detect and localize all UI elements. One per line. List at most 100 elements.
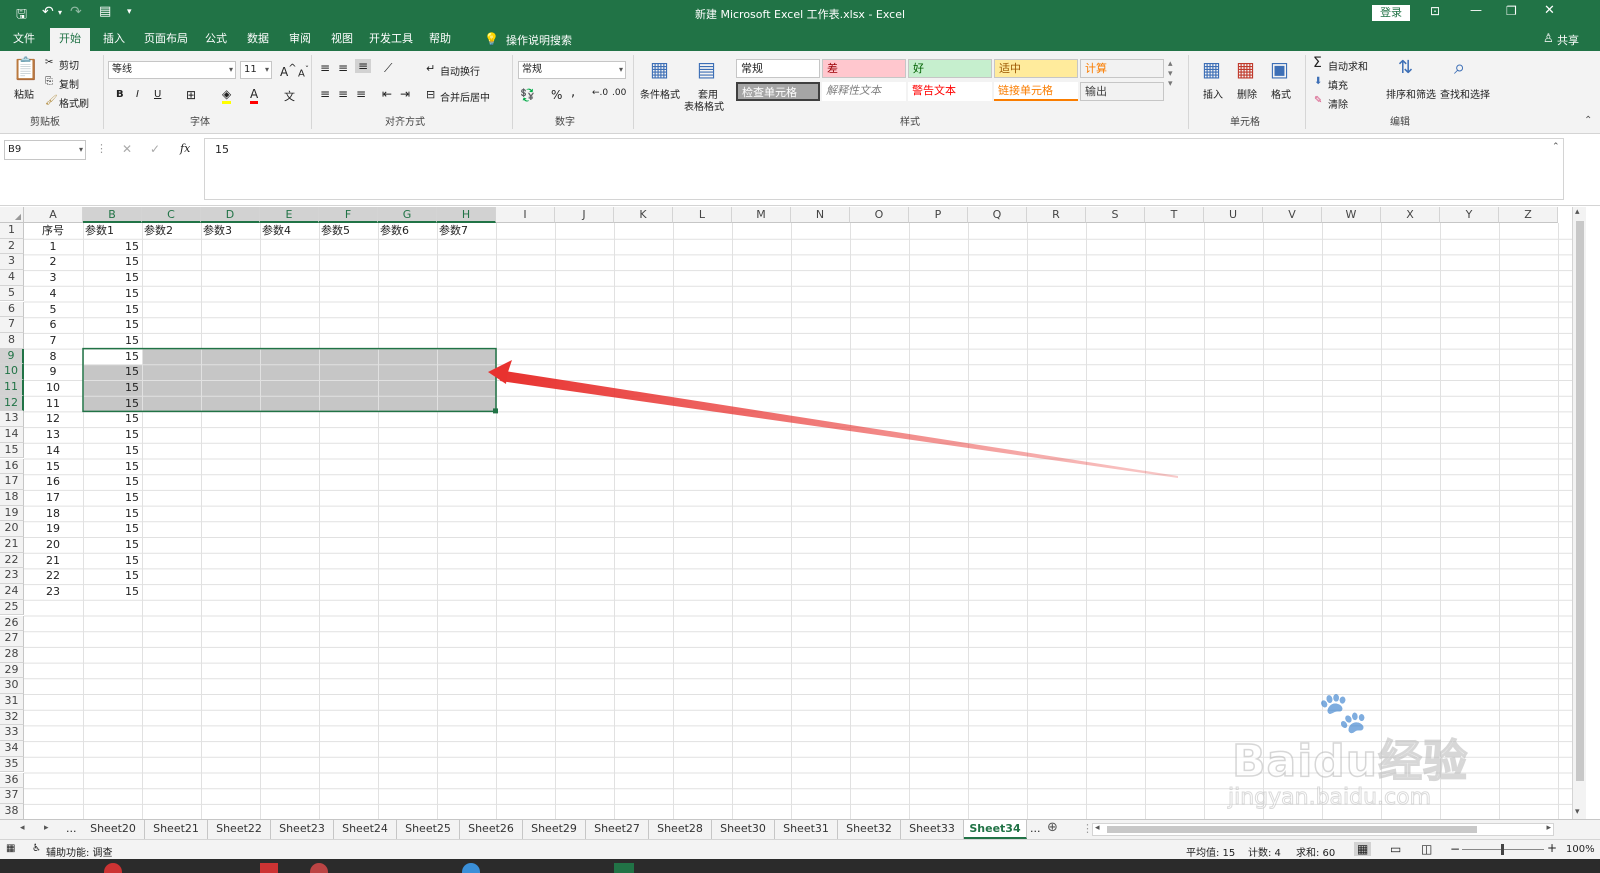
prev-sheet-icon[interactable]: ◂ (20, 823, 25, 833)
underline-button[interactable]: U (154, 89, 161, 100)
close-icon[interactable]: ✕ (1544, 3, 1555, 18)
wrap-text-button[interactable]: 自动换行 (440, 63, 480, 78)
insert-function-button[interactable]: fx (180, 142, 190, 155)
tab-formulas[interactable]: 公式 (198, 26, 234, 51)
merge-center-button[interactable]: 合并后居中 (440, 89, 490, 104)
sheet-tab[interactable]: Sheet32 (838, 820, 901, 839)
sheet-tab[interactable]: Sheet31 (775, 820, 838, 839)
sheet-tab[interactable]: Sheet20 (82, 820, 145, 839)
add-sheet-icon[interactable]: ⊕ (1047, 820, 1058, 835)
number-format-select[interactable]: 常规 ▾ (518, 61, 626, 79)
restore-icon[interactable]: ❐ (1506, 4, 1517, 18)
zoom-slider[interactable] (1462, 844, 1544, 855)
tab-review[interactable]: 审阅 (282, 26, 318, 51)
scroll-up-icon[interactable]: ▴ (1575, 207, 1580, 217)
find-select-button[interactable]: 查找和选择 (1440, 86, 1490, 101)
sheet-tab[interactable]: Sheet21 (145, 820, 208, 839)
cell-style-5[interactable]: 检查单元格 (736, 82, 820, 101)
cell-style-4[interactable]: 计算 (1080, 59, 1164, 78)
percent-button[interactable]: % (551, 88, 562, 102)
sheet-tab[interactable]: Sheet26 (460, 820, 523, 839)
tab-data[interactable]: 数据 (240, 26, 276, 51)
scroll-left-icon[interactable]: ◂ (1095, 823, 1100, 833)
tab-developer[interactable]: 开发工具 (366, 26, 416, 51)
taskbar-icon-red-3[interactable] (310, 863, 328, 873)
align-left-icon[interactable]: ≡ (320, 87, 330, 101)
cell-style-6[interactable]: 解释性文本 (822, 82, 906, 101)
scroll-right-icon[interactable]: ▸ (1546, 823, 1551, 833)
vertical-scroll-thumb[interactable] (1576, 221, 1584, 781)
taskbar-icon-red-2[interactable] (260, 863, 278, 873)
styles-scroll-icon[interactable]: ▴ ▾ ▾ (1168, 59, 1173, 89)
sheet-tab[interactable]: Sheet29 (523, 820, 586, 839)
cell-style-7[interactable]: 警告文本 (908, 82, 992, 101)
zoom-level[interactable]: 100% (1566, 844, 1595, 855)
increase-font-icon[interactable]: A^ (280, 63, 297, 79)
ribbon-display-icon[interactable]: ⊡ (1430, 4, 1440, 18)
page-break-view-icon[interactable]: ◫ (1421, 842, 1432, 856)
minimize-icon[interactable]: — (1470, 3, 1482, 17)
sheet-tab[interactable]: Sheet33 (901, 820, 964, 839)
enter-icon[interactable]: ✓ (150, 142, 160, 156)
italic-button[interactable]: I (136, 89, 139, 100)
cancel-icon[interactable]: ✕ (122, 142, 132, 156)
taskbar-icon-blue[interactable] (462, 863, 480, 873)
orientation-icon[interactable]: ⟋ (384, 61, 392, 76)
sheet-tab[interactable]: Sheet22 (208, 820, 271, 839)
tab-file[interactable]: 文件 (4, 26, 44, 51)
border-icon[interactable]: ⊞ (186, 88, 196, 102)
cut-button[interactable]: 剪切 (59, 57, 79, 72)
tab-page-layout[interactable]: 页面布局 (138, 26, 194, 51)
sheet-more-left[interactable]: ... (66, 822, 77, 835)
comma-button[interactable]: , (571, 85, 575, 100)
format-table-button-2[interactable]: 表格格式 (684, 98, 724, 113)
login-button[interactable]: 登录 (1372, 5, 1410, 21)
bold-button[interactable]: B (116, 89, 124, 100)
insert-cells-button[interactable]: 插入 (1203, 86, 1223, 101)
align-right-icon[interactable]: ≡ (356, 87, 366, 101)
sheet-tab[interactable]: Sheet24 (334, 820, 397, 839)
fill-color-icon[interactable]: ◈ (222, 87, 232, 104)
expand-formula-icon[interactable]: ⌃ (1552, 142, 1560, 152)
autosum-button[interactable]: 自动求和 (1328, 58, 1368, 73)
decrease-indent-icon[interactable]: ⇤ (382, 87, 392, 101)
font-size-select[interactable]: 11 ▾ (240, 61, 272, 79)
clear-button[interactable]: 清除 (1328, 96, 1348, 111)
delete-cells-button[interactable]: 删除 (1237, 86, 1257, 101)
tab-help[interactable]: 帮助 (422, 26, 458, 51)
sheet-tab[interactable]: Sheet34 (964, 820, 1027, 839)
name-box[interactable]: B9 ▾ (4, 140, 86, 160)
paste-button[interactable]: 粘贴 (14, 86, 34, 101)
sheet-tab[interactable]: Sheet23 (271, 820, 334, 839)
currency-icon[interactable]: 💱 (520, 88, 535, 102)
align-top-icon[interactable]: ≡ (320, 61, 330, 75)
increase-indent-icon[interactable]: ⇥ (400, 87, 410, 101)
align-bottom-icon[interactable]: ≡ (355, 59, 372, 73)
zoom-in-icon[interactable]: + (1547, 841, 1557, 855)
paste-icon[interactable]: 📋 (12, 57, 39, 82)
cell-style-3[interactable]: 适中 (994, 59, 1078, 78)
sheet-tab[interactable]: Sheet28 (649, 820, 712, 839)
horizontal-scrollbar[interactable]: ◂ ▸ (1092, 823, 1554, 836)
horizontal-scroll-thumb[interactable] (1107, 826, 1477, 833)
format-painter-button[interactable]: 格式刷 (59, 95, 89, 110)
zoom-out-icon[interactable]: − (1450, 842, 1460, 856)
tell-me-search[interactable]: 操作说明搜索 (506, 32, 572, 48)
sheet-tab[interactable]: Sheet25 (397, 820, 460, 839)
accessibility-status[interactable]: 辅助功能: 调查 (46, 844, 113, 859)
increase-decimal-icon[interactable]: ←.0 (592, 88, 608, 98)
worksheet-grid[interactable]: ◢ ABCDEFGHIJKLMNOPQRSTUVWXYZ 1 2 3 4 5 6 7 8 9 10… (0, 207, 1586, 819)
cell-style-1[interactable]: 差 (822, 59, 906, 78)
sheet-more-right[interactable]: ... (1030, 822, 1041, 835)
taskbar-icon-red[interactable] (104, 863, 122, 873)
phonetic-icon[interactable]: 文 (284, 88, 295, 104)
scroll-down-icon[interactable]: ▾ (1575, 807, 1580, 817)
sort-filter-button[interactable]: 排序和筛选 (1386, 86, 1436, 101)
align-center-icon[interactable]: ≡ (338, 87, 348, 101)
format-cells-button[interactable]: 格式 (1271, 86, 1291, 101)
taskbar-icon-excel[interactable] (614, 863, 634, 873)
tab-insert[interactable]: 插入 (96, 26, 132, 51)
font-name-select[interactable]: 等线 ▾ (108, 61, 236, 79)
conditional-format-button[interactable]: 条件格式 (640, 86, 680, 101)
copy-button[interactable]: 复制 (59, 76, 79, 91)
